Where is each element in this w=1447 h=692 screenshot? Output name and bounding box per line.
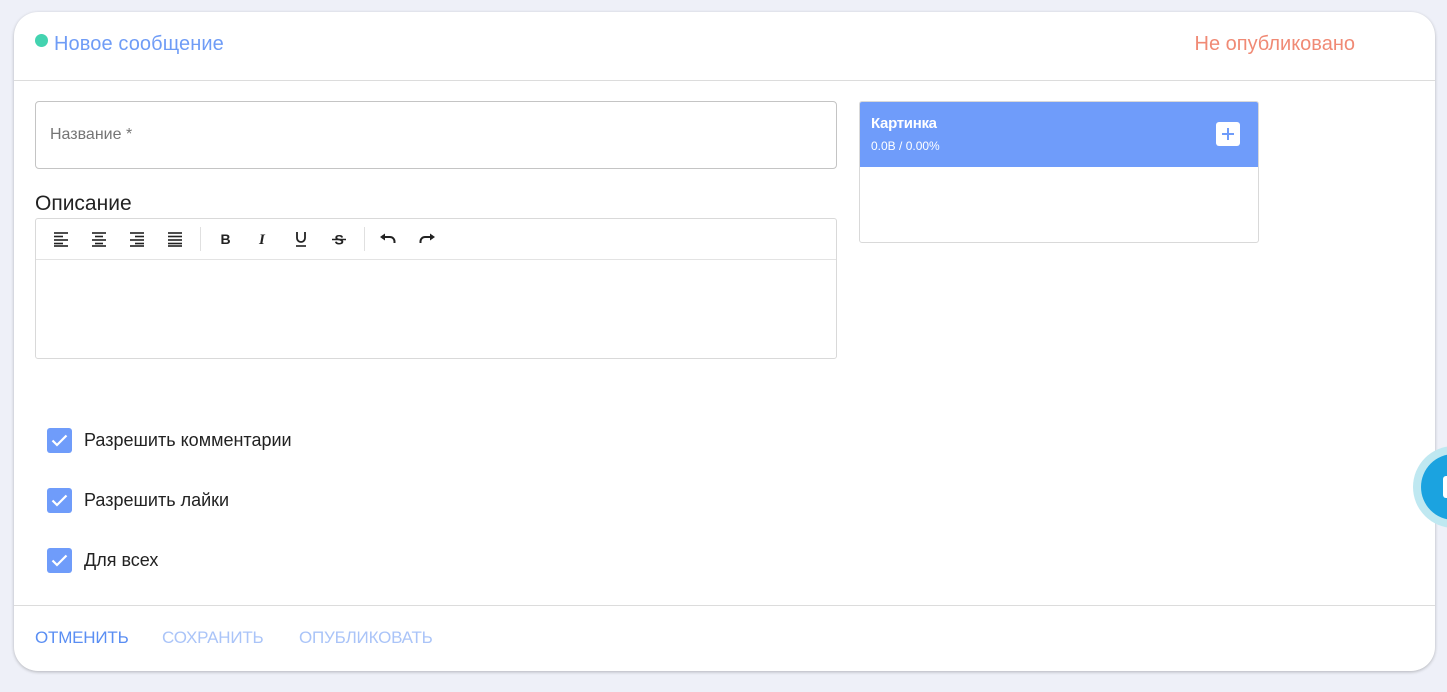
align-left-button[interactable]: [50, 228, 72, 250]
align-right-button[interactable]: [126, 228, 148, 250]
image-panel-title: Картинка: [871, 115, 937, 132]
card-footer: ОТМЕНИТЬ СОХРАНИТЬ ОПУБЛИКОВАТЬ: [14, 605, 1435, 671]
editor-toolbar: B I S: [36, 219, 836, 260]
for-everyone-label: Для всех: [84, 549, 159, 570]
allow-likes-checkbox[interactable]: [47, 487, 72, 513]
cancel-button[interactable]: ОТМЕНИТЬ: [35, 628, 129, 648]
name-input[interactable]: [36, 102, 836, 168]
checkmark-icon: [51, 494, 68, 507]
italic-button[interactable]: I: [252, 228, 274, 250]
plus-icon: [1222, 128, 1234, 140]
allow-likes-label: Разрешить лайки: [84, 489, 230, 510]
align-right-icon: [130, 232, 144, 247]
option-allow-likes[interactable]: Разрешить лайки: [47, 487, 229, 513]
bold-button[interactable]: B: [214, 228, 236, 250]
checkmark-icon: [51, 434, 68, 447]
underline-icon: [296, 232, 306, 247]
status-dot-icon: [35, 34, 48, 47]
toolbar-divider: [364, 227, 365, 251]
publish-status-badge: Не опубликовано: [1194, 33, 1356, 55]
page-title: Новое сообщение: [54, 33, 224, 55]
redo-button[interactable]: [416, 228, 438, 250]
align-center-icon: [92, 232, 106, 247]
new-message-card: Новое сообщение Не опубликовано Описание…: [14, 12, 1435, 671]
strikethrough-button[interactable]: S: [328, 228, 350, 250]
card-header: Новое сообщение Не опубликовано: [14, 12, 1435, 81]
toolbar-divider: [200, 227, 201, 251]
undo-icon: [380, 233, 396, 243]
option-allow-comments[interactable]: Разрешить комментарии: [47, 427, 292, 453]
italic-icon: I: [258, 232, 266, 247]
save-button[interactable]: СОХРАНИТЬ: [162, 628, 264, 648]
option-for-everyone[interactable]: Для всех: [47, 547, 158, 573]
description-editor: B I S: [35, 218, 837, 359]
align-justify-icon: [168, 232, 182, 247]
align-left-icon: [54, 232, 68, 247]
description-text-area[interactable]: [36, 260, 836, 359]
image-upload-panel: Картинка 0.0B / 0.00%: [859, 101, 1259, 243]
for-everyone-checkbox[interactable]: [47, 547, 72, 573]
allow-comments-checkbox[interactable]: [47, 427, 72, 453]
undo-button[interactable]: [377, 228, 399, 250]
svg-text:B: B: [221, 231, 231, 247]
name-field[interactable]: [35, 101, 837, 169]
underline-button[interactable]: [290, 228, 312, 250]
image-size-info: 0.0B / 0.00%: [871, 139, 940, 153]
chat-icon: [1443, 476, 1447, 498]
image-panel-header: Картинка 0.0B / 0.00%: [860, 102, 1258, 167]
allow-comments-label: Разрешить комментарии: [84, 429, 292, 450]
svg-text:I: I: [258, 232, 266, 247]
description-label: Описание: [35, 192, 132, 215]
add-image-button[interactable]: [1216, 122, 1240, 146]
strikethrough-icon: S: [332, 232, 346, 247]
align-center-button[interactable]: [88, 228, 110, 250]
align-justify-button[interactable]: [164, 228, 186, 250]
bold-icon: B: [221, 231, 231, 247]
redo-icon: [419, 233, 435, 243]
publish-button[interactable]: ОПУБЛИКОВАТЬ: [299, 628, 433, 648]
checkmark-icon: [51, 554, 68, 567]
